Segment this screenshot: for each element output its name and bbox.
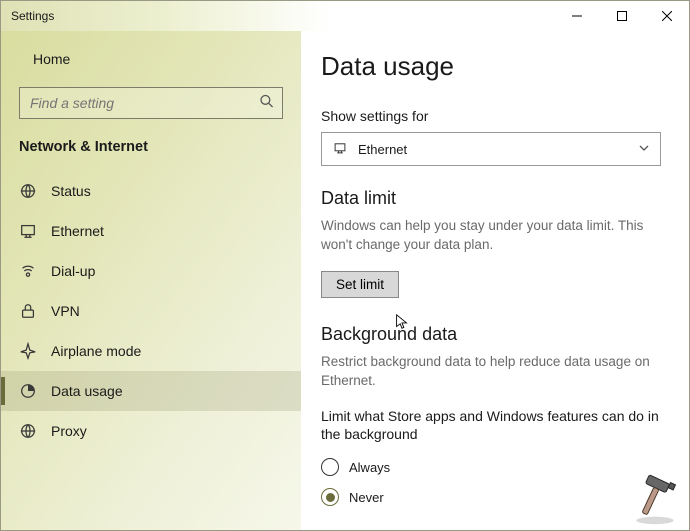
status-icon bbox=[19, 182, 37, 200]
sidebar-item-label: Dial-up bbox=[51, 263, 95, 279]
sidebar-item-vpn[interactable]: VPN bbox=[1, 291, 301, 331]
radio-icon bbox=[321, 458, 339, 476]
window-title: Settings bbox=[11, 9, 54, 23]
search-wrap bbox=[19, 87, 283, 119]
data-usage-icon bbox=[19, 382, 37, 400]
window-controls bbox=[554, 1, 689, 31]
sidebar-item-label: Ethernet bbox=[51, 223, 104, 239]
close-button[interactable] bbox=[644, 1, 689, 31]
airplane-icon bbox=[19, 342, 37, 360]
settings-window: Settings Home bbox=[0, 0, 690, 531]
radio-always[interactable]: Always bbox=[321, 452, 665, 482]
chevron-down-icon bbox=[638, 142, 650, 157]
search-input[interactable] bbox=[19, 87, 283, 119]
background-heading: Background data bbox=[321, 324, 665, 345]
sidebar-item-dialup[interactable]: Dial-up bbox=[1, 251, 301, 291]
radio-label: Never bbox=[349, 490, 384, 505]
sidebar-item-status[interactable]: Status bbox=[1, 171, 301, 211]
data-limit-heading: Data limit bbox=[321, 188, 665, 209]
titlebar: Settings bbox=[1, 1, 689, 31]
sidebar-item-label: Proxy bbox=[51, 423, 87, 439]
sidebar-item-label: VPN bbox=[51, 303, 80, 319]
background-label: Limit what Store apps and Windows featur… bbox=[321, 407, 661, 445]
sidebar-item-ethernet[interactable]: Ethernet bbox=[1, 211, 301, 251]
radio-label: Always bbox=[349, 460, 390, 475]
show-settings-dropdown[interactable]: Ethernet bbox=[321, 132, 661, 166]
sidebar: Home Network & Internet Status Ether bbox=[1, 31, 301, 530]
dialup-icon bbox=[19, 262, 37, 280]
ethernet-icon bbox=[332, 141, 348, 158]
set-limit-button[interactable]: Set limit bbox=[321, 271, 399, 298]
set-limit-label: Set limit bbox=[336, 277, 384, 292]
data-limit-desc: Windows can help you stay under your dat… bbox=[321, 217, 661, 255]
ethernet-icon bbox=[19, 222, 37, 240]
home-button[interactable]: Home bbox=[1, 39, 301, 79]
search-icon bbox=[259, 94, 275, 113]
home-label: Home bbox=[33, 51, 70, 67]
minimize-button[interactable] bbox=[554, 1, 599, 31]
radio-never[interactable]: Never bbox=[321, 482, 665, 512]
show-settings-label: Show settings for bbox=[321, 108, 665, 124]
sidebar-item-label: Airplane mode bbox=[51, 343, 141, 359]
background-desc: Restrict background data to help reduce … bbox=[321, 353, 661, 391]
page-title: Data usage bbox=[321, 51, 665, 82]
vpn-icon bbox=[19, 302, 37, 320]
proxy-icon bbox=[19, 422, 37, 440]
section-header: Network & Internet bbox=[1, 131, 301, 171]
sidebar-item-airplane[interactable]: Airplane mode bbox=[1, 331, 301, 371]
maximize-button[interactable] bbox=[599, 1, 644, 31]
radio-icon bbox=[321, 488, 339, 506]
sidebar-item-label: Status bbox=[51, 183, 91, 199]
content-area: Data usage Show settings for Ethernet Da… bbox=[301, 31, 689, 530]
sidebar-item-label: Data usage bbox=[51, 383, 123, 399]
dropdown-value: Ethernet bbox=[358, 142, 407, 157]
sidebar-item-proxy[interactable]: Proxy bbox=[1, 411, 301, 451]
sidebar-item-data-usage[interactable]: Data usage bbox=[1, 371, 301, 411]
